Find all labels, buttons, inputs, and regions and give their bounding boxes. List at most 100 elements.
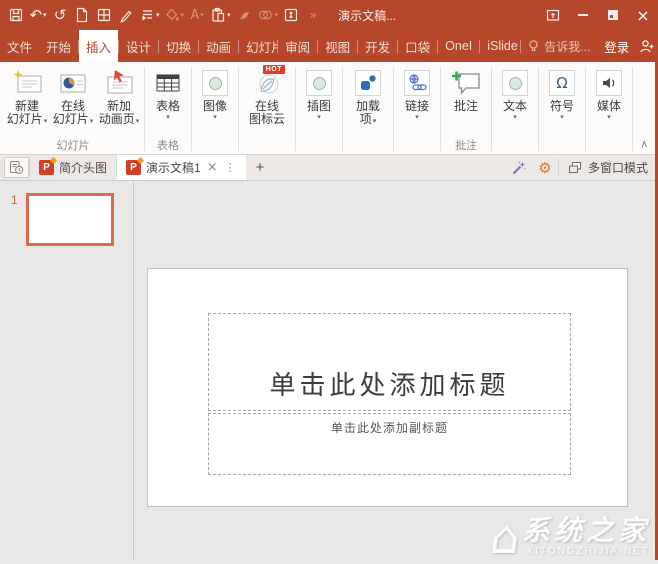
fill-color-dropdown-caret[interactable]: ▾ [181,11,185,19]
media-button[interactable]: 媒体 ▾ [588,64,630,139]
illustration-button[interactable]: 插图 ▾ [298,64,340,139]
new-animation-page-icon [103,67,135,99]
beautify-brush-button[interactable] [233,2,255,28]
slide-thumbnail[interactable] [26,193,114,246]
comment-button[interactable]: 批注 [443,64,489,139]
more-commands-button[interactable]: » [302,2,324,28]
ribbon-divider [491,67,492,151]
dropdown-caret[interactable]: ▾ [373,117,377,125]
maximize-icon [606,8,620,22]
fit-window-button[interactable] [280,2,302,28]
watermark-name: 系统之家 [521,515,650,546]
redo-button[interactable]: ↺ [49,2,71,28]
dropdown-caret[interactable]: ▾ [44,117,48,125]
font-color-button[interactable]: A ▾ [186,2,208,28]
fit-window-icon [283,7,299,23]
tab-design[interactable]: 设计 [119,30,158,62]
new-doc-tab-button[interactable]: + [246,155,275,180]
new-animation-page-button[interactable]: 新加 动画页▾ [96,64,142,139]
symbol-button[interactable]: Ω 符号 ▾ [541,64,583,139]
doc-tab-presentation1[interactable]: P 演示文稿1 × ⋮ [117,155,246,180]
tab-onei[interactable]: OneI [438,30,479,62]
dropdown-caret[interactable]: ▾ [513,113,517,121]
doc-tab-intro[interactable]: P 简介头图 [30,155,116,180]
list-settings-button[interactable]: ▾ [137,2,162,28]
online-slides-button[interactable]: 在线 幻灯片▾ [50,64,96,139]
new-file-button[interactable] [71,2,93,28]
collapse-ribbon-button[interactable]: ∧ [641,139,648,150]
button-label: 幻灯片 [6,112,43,126]
dropdown-caret[interactable]: ▾ [136,117,140,125]
combine-shapes-button[interactable]: ▾ [255,2,281,28]
menubar: 文件 开始 插入 设计 切换 动画 幻灯片 审阅 视图 开发 口袋 OneI i… [0,30,658,62]
dropdown-caret[interactable]: ▾ [317,113,321,121]
dropdown-caret[interactable]: ▾ [213,113,217,121]
font-color-dropdown-caret[interactable]: ▾ [200,11,204,19]
recent-files-button[interactable] [4,157,29,178]
multi-window-mode-button[interactable]: 多窗口模式 [559,155,658,180]
ribbon-divider [585,67,586,151]
tab-home[interactable]: 开始 [39,30,78,62]
add-ins-button[interactable]: 加载 项▾ [345,64,391,139]
slide-canvas[interactable]: 单击此处添加标题 单击此处添加副标题 [147,268,628,507]
settings-button[interactable]: ⚙ [532,155,558,180]
fill-color-button[interactable]: ▾ [162,2,187,28]
ribbon-group-table: 表格 ▾ 表格 [147,64,189,154]
close-button[interactable]: × [628,0,658,30]
dropdown-caret[interactable]: ▾ [166,113,170,121]
dropdown-caret[interactable]: ▾ [607,113,611,121]
image-button[interactable]: 图像 ▾ [194,64,236,139]
new-slide-button[interactable]: 新建 幻灯片▾ [4,64,50,139]
minimize-icon [578,14,588,16]
ribbon-group-comment: 批注 批注 [443,64,489,154]
tab-slideshow[interactable]: 幻灯片 [239,30,277,62]
button-label: 链接 [404,99,429,113]
leaf-cloud-icon: HOT [253,65,285,99]
sign-in-button[interactable]: 登录 [596,30,637,62]
tab-review[interactable]: 审阅 [278,30,317,62]
button-label: 符号 [549,99,574,113]
text-button[interactable]: 文本 ▾ [494,64,536,139]
doc-tab-menu-icon[interactable]: ⋮ [224,161,237,174]
table-button[interactable]: 表格 ▾ [147,64,189,139]
magic-wand-button[interactable] [506,155,532,180]
undo-dropdown-caret[interactable]: ▾ [43,11,47,19]
dropdown-caret[interactable]: ▾ [415,113,419,121]
tell-me-button[interactable]: 告诉我... [521,30,596,62]
ribbon-group-label [194,139,236,154]
multi-window-label: 多窗口模式 [587,161,648,175]
paste-dropdown-caret[interactable]: ▾ [227,11,231,19]
ribbon-divider [632,67,633,151]
online-icon-cloud-button[interactable]: HOT 在线 图标云 [241,64,293,139]
dropdown-caret[interactable]: ▾ [90,117,94,125]
subtitle-placeholder[interactable]: 单击此处添加副标题 [208,413,571,475]
close-doc-tab-icon[interactable]: × [206,160,219,175]
screen-switch-button[interactable] [538,0,568,30]
screen-switch-icon [545,7,561,23]
ppt-file-icon: P [39,156,58,175]
tab-transitions[interactable]: 切换 [159,30,198,62]
title-placeholder[interactable]: 单击此处添加标题 [208,313,571,411]
tab-view[interactable]: 视图 [318,30,357,62]
titlebar: ↶ ▾ ↺ ▾ ▾ A ▾ ▾ ▾ » 演示文稿... × [0,0,658,30]
combine-shapes-dropdown-caret[interactable]: ▾ [275,11,279,19]
links-button[interactable]: 链接 ▾ [396,64,438,139]
tab-animations[interactable]: 动画 [199,30,238,62]
speaker-icon [596,67,622,99]
tab-islide[interactable]: iSlide [480,30,520,62]
format-painter-button[interactable] [115,2,137,28]
paste-button[interactable]: ▾ [208,2,233,28]
ribbon-divider [393,67,394,151]
window-title: 演示文稿... [338,8,397,23]
undo-button[interactable]: ↶ ▾ [27,2,49,28]
layout-grid-button[interactable] [93,2,115,28]
tab-pocket[interactable]: 口袋 [398,30,437,62]
save-button[interactable] [5,2,27,28]
tab-developer[interactable]: 开发 [358,30,397,62]
tab-file[interactable]: 文件 [0,30,39,62]
minimize-button[interactable] [568,0,598,30]
maximize-button[interactable] [598,0,628,30]
dropdown-caret[interactable]: ▾ [560,113,564,121]
list-settings-dropdown-caret[interactable]: ▾ [156,11,160,19]
tab-insert[interactable]: 插入 [79,30,119,62]
